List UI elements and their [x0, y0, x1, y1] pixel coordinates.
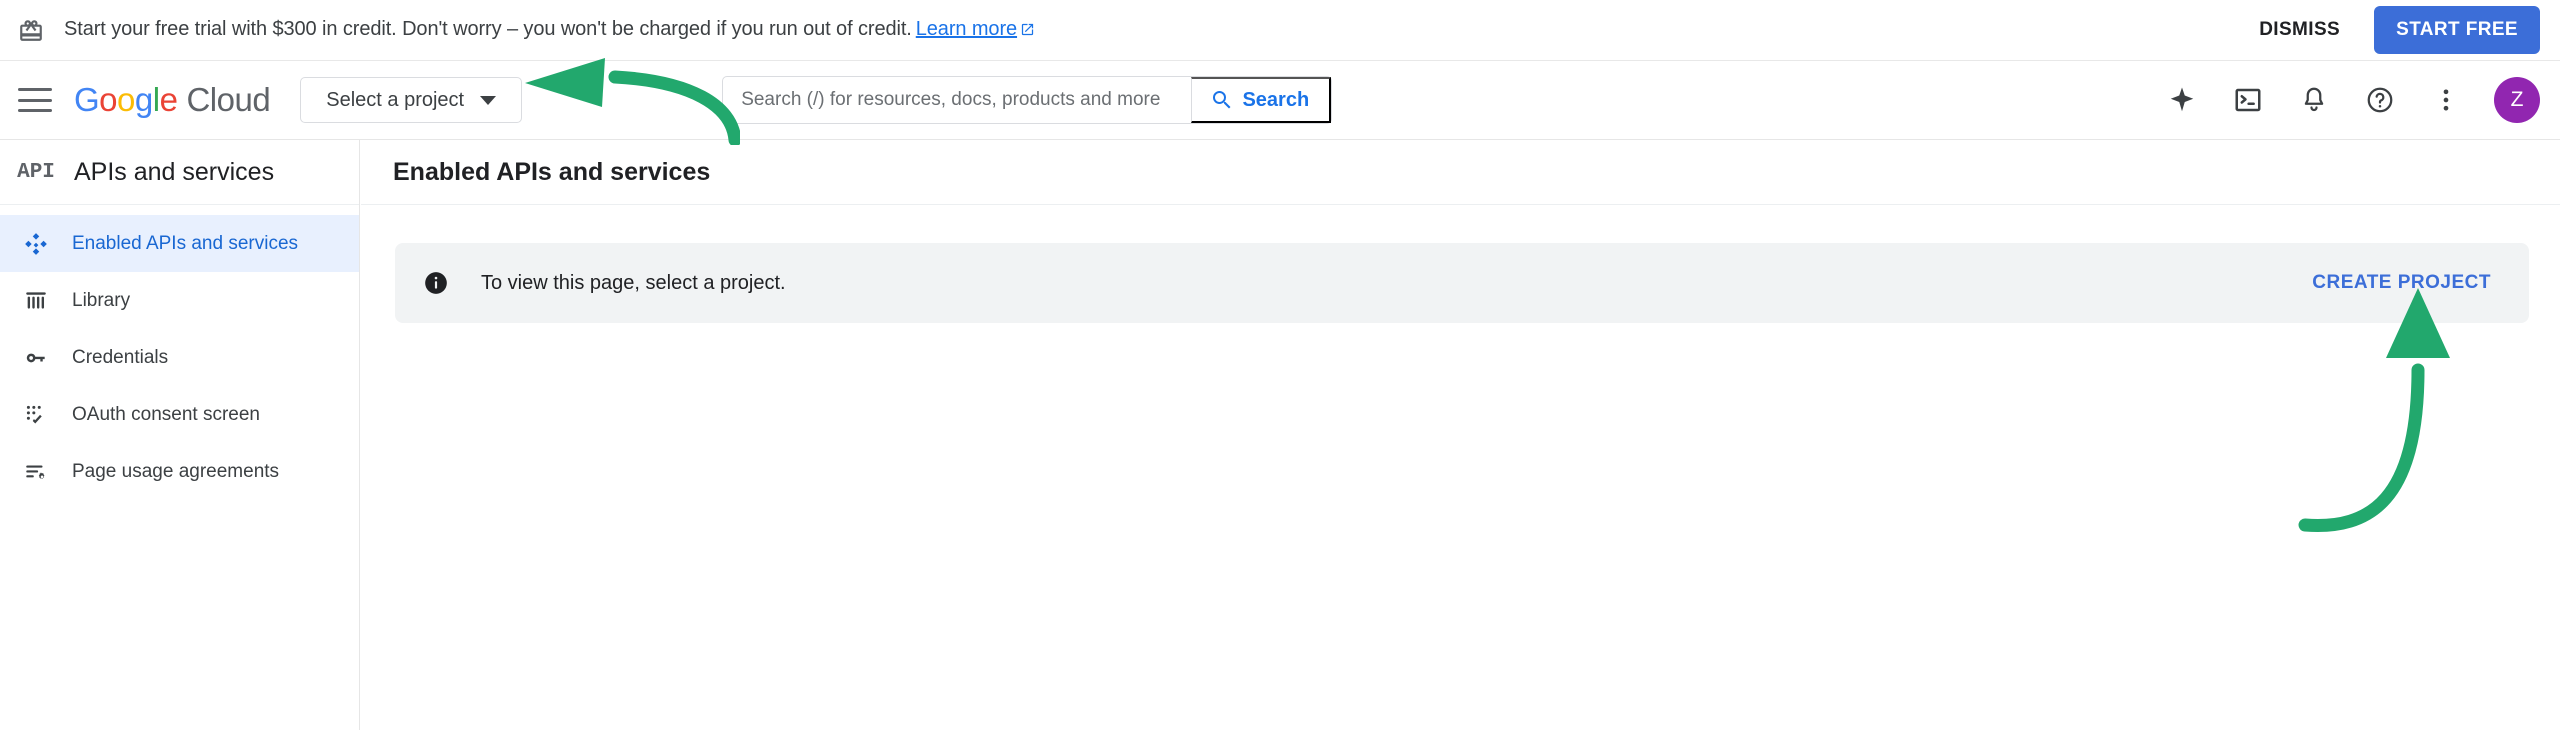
key-icon	[14, 345, 58, 371]
oauth-consent-icon	[14, 402, 58, 428]
library-icon	[14, 288, 58, 314]
logo-letter-l: l	[153, 81, 160, 119]
logo-letter-o1: o	[99, 81, 117, 119]
more-vert-icon[interactable]	[2422, 76, 2470, 124]
google-cloud-logo[interactable]: Google Cloud	[74, 81, 270, 119]
sidebar-item-enabled-apis-and-services[interactable]: Enabled APIs and services	[0, 215, 359, 272]
sidebar-item-label: Library	[72, 290, 130, 312]
hamburger-icon[interactable]	[18, 88, 52, 112]
learn-more-link[interactable]: Learn more	[916, 18, 1017, 40]
google-cloud-console-page: Start your free trial with $300 in credi…	[0, 0, 2560, 730]
main-content: Enabled APIs and services To view this p…	[361, 140, 2560, 730]
sidebar-item-page-usage-agreements[interactable]: Page usage agreements	[0, 443, 359, 500]
project-selector-label: Select a project	[326, 89, 464, 112]
sidebar-item-label: Page usage agreements	[72, 461, 279, 483]
dismiss-button[interactable]: DISMISS	[2247, 9, 2352, 51]
info-icon	[423, 270, 449, 296]
promo-actions: DISMISS START FREE	[2247, 6, 2540, 54]
search-button-label: Search	[1242, 89, 1309, 112]
api-product-icon: API	[12, 157, 60, 187]
avatar[interactable]: Z	[2494, 77, 2540, 123]
logo-letter-e: e	[160, 81, 178, 119]
chevron-down-icon	[480, 96, 496, 105]
free-trial-promo-banner: Start your free trial with $300 in credi…	[0, 0, 2560, 60]
appbar-actions: Z	[2158, 76, 2540, 124]
gift-icon	[18, 17, 44, 43]
promo-message: Start your free trial with $300 in credi…	[64, 18, 1035, 41]
sidebar-item-oauth-consent-screen[interactable]: OAuth consent screen	[0, 386, 359, 443]
sidebar-item-library[interactable]: Library	[0, 272, 359, 329]
external-link-icon	[1020, 22, 1035, 37]
promo-message-text: Start your free trial with $300 in credi…	[64, 18, 912, 40]
notifications-bell-icon[interactable]	[2290, 76, 2338, 124]
page-title: Enabled APIs and services	[393, 158, 710, 187]
sidebar-item-label: OAuth consent screen	[72, 404, 260, 426]
project-selector-button[interactable]: Select a project	[300, 77, 522, 123]
sidebar-item-credentials[interactable]: Credentials	[0, 329, 359, 386]
sidebar-nav-list: Enabled APIs and services Library Creden…	[0, 205, 359, 500]
cloud-shell-icon[interactable]	[2224, 76, 2272, 124]
sidebar: API APIs and services Enabled APIs and s…	[0, 140, 360, 730]
search-button[interactable]: Search	[1191, 77, 1331, 123]
content-header: Enabled APIs and services	[361, 140, 2560, 205]
logo-letter-o2: o	[117, 81, 135, 119]
create-project-button[interactable]: CREATE PROJECT	[2296, 260, 2507, 306]
help-circle-icon[interactable]	[2356, 76, 2404, 124]
info-card-message: To view this page, select a project.	[481, 272, 786, 295]
logo-cloud-word: Cloud	[186, 81, 270, 119]
sidebar-header: API APIs and services	[0, 140, 359, 205]
select-project-info-card: To view this page, select a project. CRE…	[395, 243, 2529, 323]
page-usage-agreements-icon	[14, 459, 58, 485]
gemini-sparkle-icon[interactable]	[2158, 76, 2206, 124]
logo-letter-g2: g	[135, 81, 153, 119]
avatar-initial: Z	[2511, 88, 2524, 112]
sidebar-item-label: Enabled APIs and services	[72, 233, 298, 255]
sidebar-title: APIs and services	[74, 158, 274, 187]
sidebar-item-label: Credentials	[72, 347, 168, 369]
global-search-bar: Search	[722, 76, 1332, 124]
start-free-button[interactable]: START FREE	[2374, 6, 2540, 54]
dashboard-diamond-icon	[14, 231, 58, 257]
logo-letter-g: G	[74, 81, 99, 119]
search-icon	[1210, 88, 1234, 112]
top-app-bar: Google Cloud Select a project Search	[0, 60, 2560, 140]
search-input[interactable]	[723, 77, 1191, 123]
